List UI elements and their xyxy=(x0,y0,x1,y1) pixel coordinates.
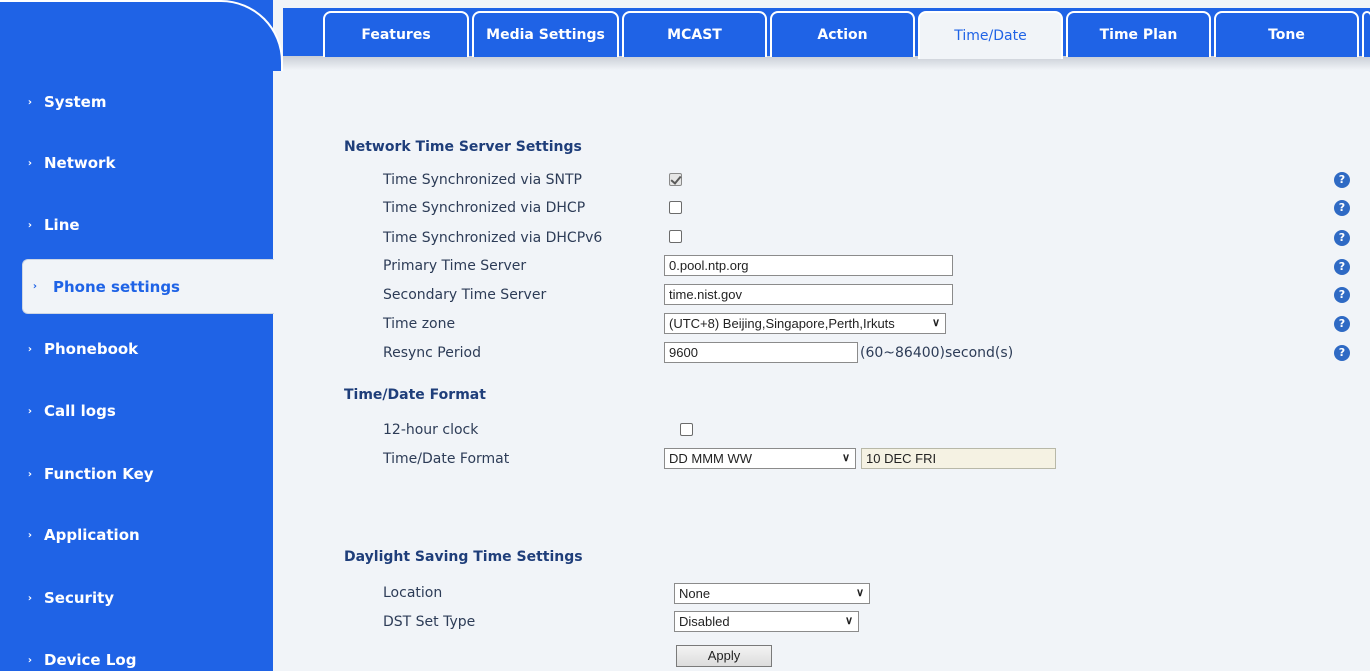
chevron-down-icon: ∨ xyxy=(844,615,853,627)
sidebar-item-phonebook[interactable]: › Phonebook xyxy=(0,329,273,369)
chevron-right-icon: › xyxy=(32,281,37,292)
sntp-label: Time Synchronized via SNTP xyxy=(383,172,582,188)
resync-label: Resync Period xyxy=(383,345,481,361)
twelve-hour-clock-label: 12-hour clock xyxy=(383,422,479,438)
sidebar-item-call-logs[interactable]: › Call logs xyxy=(0,391,273,431)
chevron-right-icon: › xyxy=(27,343,32,355)
sidebar-header-curve xyxy=(0,0,283,71)
apply-button[interactable]: Apply xyxy=(676,645,772,667)
tab-action[interactable]: Action xyxy=(770,11,915,57)
chevron-down-icon: ∨ xyxy=(841,452,850,464)
sidebar-item-device-log[interactable]: › Device Log xyxy=(0,640,273,671)
location-select[interactable]: None ∨ xyxy=(674,583,870,604)
sidebar-item-label: Phonebook xyxy=(44,340,139,358)
sidebar-item-application[interactable]: › Application xyxy=(0,515,273,555)
sidebar-item-label: Phone settings xyxy=(53,277,180,296)
dst-type-value: Disabled xyxy=(679,614,730,629)
sidebar-item-label: Function Key xyxy=(44,465,154,483)
chevron-right-icon: › xyxy=(27,654,32,666)
tab-time-date[interactable]: Time/Date xyxy=(918,11,1063,59)
secondary-server-input[interactable]: time.nist.gov xyxy=(664,284,953,305)
primary-server-input[interactable]: 0.pool.ntp.org xyxy=(664,255,953,276)
sidebar-item-phone-settings[interactable]: › Phone settings xyxy=(22,259,274,314)
primary-server-label: Primary Time Server xyxy=(383,258,527,274)
help-icon[interactable]: ? xyxy=(1334,230,1350,246)
chevron-right-icon: › xyxy=(27,96,32,108)
sidebar-item-function-key[interactable]: › Function Key xyxy=(0,454,273,494)
sidebar-item-network[interactable]: › Network xyxy=(0,143,273,183)
section-title-network-time: Network Time Server Settings xyxy=(344,139,582,155)
tab-time-plan[interactable]: Time Plan xyxy=(1066,11,1211,57)
chevron-right-icon: › xyxy=(27,157,32,169)
sidebar-item-label: Call logs xyxy=(44,402,116,420)
dst-type-label: DST Set Type xyxy=(383,614,476,630)
sidebar-item-label: System xyxy=(44,93,107,111)
location-value: None xyxy=(679,586,711,601)
help-icon[interactable]: ? xyxy=(1334,259,1350,275)
chevron-right-icon: › xyxy=(27,219,32,231)
sntp-checkbox[interactable] xyxy=(669,173,682,186)
chevron-right-icon: › xyxy=(27,405,32,417)
time-date-preview: 10 DEC FRI xyxy=(861,448,1056,469)
chevron-right-icon: › xyxy=(27,468,32,480)
help-icon[interactable]: ? xyxy=(1334,287,1350,303)
time-date-format-label: Time/Date Format xyxy=(383,451,510,467)
twelve-hour-clock-checkbox[interactable] xyxy=(680,423,693,436)
secondary-server-label: Secondary Time Server xyxy=(383,287,547,303)
sidebar-item-system[interactable]: › System xyxy=(0,82,273,122)
tab-features[interactable]: Features xyxy=(323,11,469,57)
sidebar-item-label: Application xyxy=(44,526,140,544)
sidebar-item-label: Line xyxy=(44,216,80,234)
resync-input[interactable]: 9600 xyxy=(664,342,858,363)
sidebar-item-label: Device Log xyxy=(44,651,137,669)
sidebar-item-line[interactable]: › Line xyxy=(0,205,273,245)
time-date-format-value: DD MMM WW xyxy=(669,451,753,466)
sidebar-item-security[interactable]: › Security xyxy=(0,578,273,618)
resync-range-hint: (60~86400)second(s) xyxy=(860,345,1014,361)
timezone-select[interactable]: (UTC+8) Beijing,Singapore,Perth,Irkuts ∨ xyxy=(664,313,946,334)
tab-strip-shadow xyxy=(283,56,1370,70)
tab-tone[interactable]: Tone xyxy=(1214,11,1359,57)
sidebar-item-label: Network xyxy=(44,154,116,172)
location-label: Location xyxy=(383,585,443,601)
dst-type-select[interactable]: Disabled ∨ xyxy=(674,611,859,632)
help-icon[interactable]: ? xyxy=(1334,200,1350,216)
chevron-right-icon: › xyxy=(27,529,32,541)
chevron-right-icon: › xyxy=(27,592,32,604)
dhcp-checkbox[interactable] xyxy=(669,201,682,214)
help-icon[interactable]: ? xyxy=(1334,316,1350,332)
tab-overflow[interactable] xyxy=(1362,11,1370,57)
time-date-format-select[interactable]: DD MMM WW ∨ xyxy=(664,448,856,469)
section-title-time-date-format: Time/Date Format xyxy=(344,387,486,403)
dhcpv6-checkbox[interactable] xyxy=(669,230,682,243)
timezone-value: (UTC+8) Beijing,Singapore,Perth,Irkuts xyxy=(669,316,895,331)
sidebar-item-label: Security xyxy=(44,589,115,607)
help-icon[interactable]: ? xyxy=(1334,172,1350,188)
dhcp-label: Time Synchronized via DHCP xyxy=(383,200,586,216)
section-title-dst: Daylight Saving Time Settings xyxy=(344,549,583,565)
tab-media-settings[interactable]: Media Settings xyxy=(472,11,619,57)
chevron-down-icon: ∨ xyxy=(855,587,864,599)
help-icon[interactable]: ? xyxy=(1334,345,1350,361)
chevron-down-icon: ∨ xyxy=(931,317,940,329)
timezone-label: Time zone xyxy=(383,316,456,332)
tab-mcast[interactable]: MCAST xyxy=(622,11,767,57)
dhcpv6-label: Time Synchronized via DHCPv6 xyxy=(383,230,603,246)
